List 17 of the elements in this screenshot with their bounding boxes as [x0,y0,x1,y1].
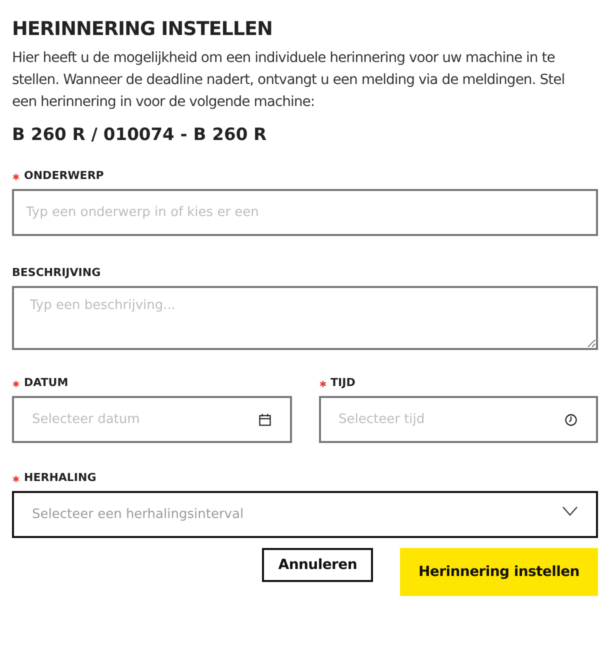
interval-dropdown[interactable]: Selecteer een herhalingsinterval [12,491,598,538]
intro-text: Hier heeft u de mogelijkheid om een individuele herinnering voor uw machine in te stellen. Wanneer de deadline nadert, ontvangt u een melding via de meldingen. Stel een herinnering in voor de volgende machine: [12,49,566,112]
dialog-title: HERINNERING INSTELLEN [12,18,274,40]
date-field[interactable]: Selecteer datum [12,396,292,443]
calendar-icon [258,412,272,426]
field-label: TIJD [330,376,356,388]
field-label: DATUM [24,376,68,388]
field-label: BESCHRIJVING [12,266,101,278]
field-label: ONDERWERP [24,168,104,182]
set-reminder-button[interactable]: Herinnering instellen [400,548,598,596]
field-label: HERHALING [24,470,96,484]
time-field[interactable]: Selecteer tijd [318,396,598,443]
description-field[interactable]: Typ een beschrijving... [12,286,598,350]
machine-name: B 260 R / 010074 - B 260 R [12,125,268,145]
subject-field[interactable]: Typ een onderwerp in of kies er een [12,189,598,236]
clock-icon [564,412,578,426]
cancel-button[interactable]: Annuleren [262,548,373,582]
